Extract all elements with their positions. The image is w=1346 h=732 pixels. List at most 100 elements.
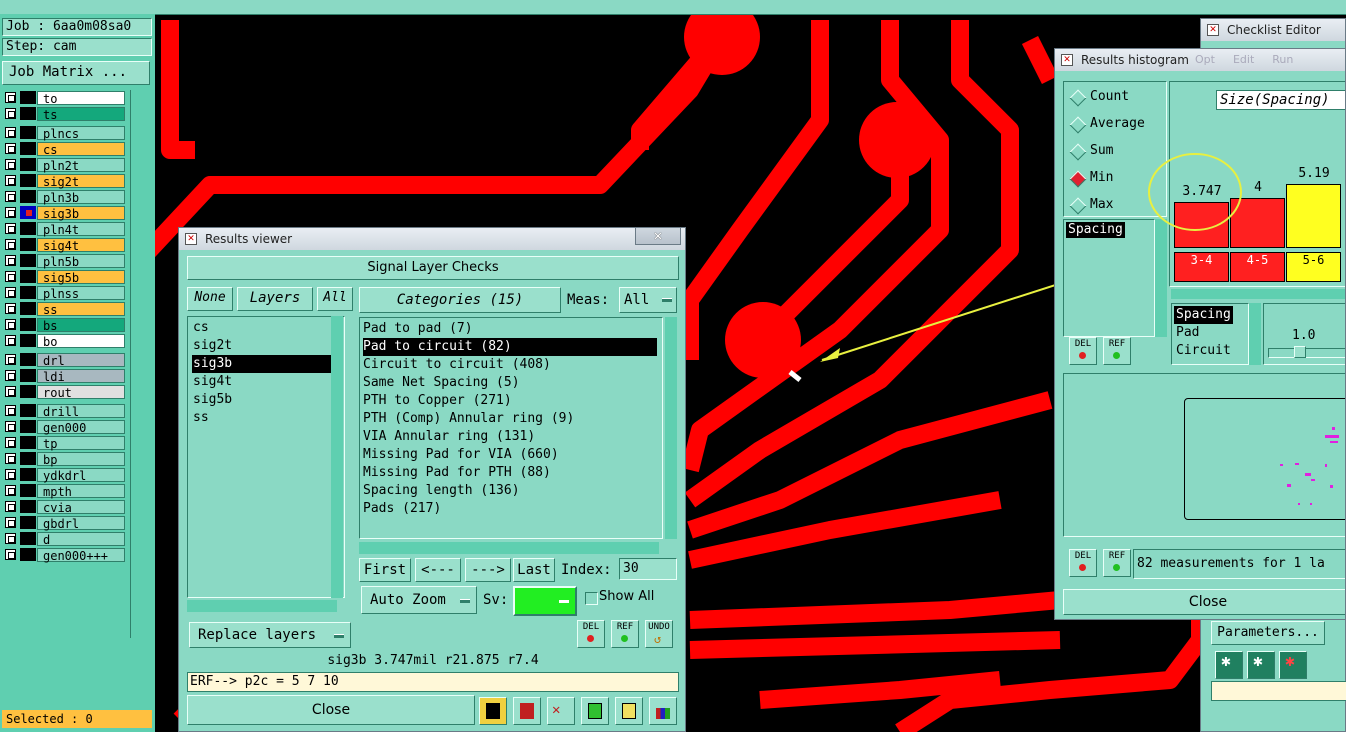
parameters-button[interactable]: Parameters...: [1211, 621, 1325, 645]
layer-checkbox[interactable]: [5, 354, 16, 365]
job-matrix-button[interactable]: Job Matrix ...: [2, 61, 150, 85]
layer-checkbox[interactable]: [5, 533, 16, 544]
layer-checkbox[interactable]: [5, 335, 16, 346]
layer-checkbox[interactable]: [5, 437, 16, 448]
checklist-input[interactable]: [1211, 681, 1346, 701]
category-hscroll[interactable]: [359, 542, 659, 554]
results-viewer-titlebar[interactable]: ✕ Results viewer: [179, 228, 685, 250]
layer-checkbox[interactable]: [5, 469, 16, 480]
hist-del-button-1[interactable]: DEL: [1069, 337, 1097, 365]
slider-handle[interactable]: [1294, 346, 1306, 358]
histogram-menu-item[interactable]: Edit: [1233, 53, 1254, 66]
layer-row[interactable]: to: [2, 90, 126, 106]
layer-row[interactable]: bo: [2, 333, 126, 349]
layer-checkbox[interactable]: [5, 207, 16, 218]
bottom-list-item[interactable]: Pad: [1174, 324, 1233, 342]
layer-checkbox[interactable]: [5, 92, 16, 103]
notes-icon-button[interactable]: [615, 697, 643, 725]
category-item[interactable]: Spacing length (136): [363, 482, 657, 500]
layer-checkbox[interactable]: [5, 517, 16, 528]
result-layer-item[interactable]: sig2t: [192, 337, 334, 355]
category-scrollbar[interactable]: [665, 317, 677, 539]
export-icon-button[interactable]: [513, 697, 541, 725]
layer-row[interactable]: pln2t: [2, 157, 126, 173]
close-window-button[interactable]: ✕: [635, 227, 681, 245]
run-icon-button-2[interactable]: ✱: [1247, 651, 1275, 679]
layer-checkbox[interactable]: [5, 405, 16, 416]
category-item[interactable]: Same Net Spacing (5): [363, 374, 657, 392]
close-button[interactable]: Close: [187, 695, 475, 725]
layer-checkbox[interactable]: [5, 159, 16, 170]
meas-dropdown[interactable]: All: [619, 287, 677, 313]
layer-listbox-scrollbar[interactable]: [331, 316, 343, 598]
category-item[interactable]: Missing Pad for VIA (660): [363, 446, 657, 464]
histogram-bar[interactable]: [1286, 184, 1341, 248]
replace-layers-dropdown[interactable]: Replace layers: [189, 622, 351, 648]
layer-checkbox[interactable]: [5, 191, 16, 202]
layer-row[interactable]: ldi: [2, 368, 126, 384]
histogram-menu-item[interactable]: Run: [1272, 53, 1293, 66]
histogram-hscroll[interactable]: [1171, 289, 1345, 299]
layer-checkbox[interactable]: [5, 271, 16, 282]
bottom-list-item[interactable]: Circuit: [1174, 342, 1233, 360]
layer-row[interactable]: tp: [2, 435, 126, 451]
layer-row[interactable]: gen000+++: [2, 547, 126, 563]
category-item[interactable]: Missing Pad for PTH (88): [363, 464, 657, 482]
layer-row[interactable]: cvia: [2, 499, 126, 515]
layer-row[interactable]: pln5b: [2, 253, 126, 269]
ref-button[interactable]: REF: [611, 620, 639, 648]
layer-checkbox[interactable]: [5, 421, 16, 432]
layer-checkbox[interactable]: [5, 303, 16, 314]
layer-row[interactable]: bs: [2, 317, 126, 333]
auto-zoom-dropdown[interactable]: Auto Zoom: [361, 586, 477, 614]
aggregate-option[interactable]: Average: [1064, 115, 1164, 135]
layer-row[interactable]: ts: [2, 106, 126, 122]
layer-checkbox[interactable]: [5, 287, 16, 298]
run-icon-button-1[interactable]: ✱: [1215, 651, 1243, 679]
layer-row[interactable]: rout: [2, 384, 126, 400]
category-item[interactable]: Circuit to circuit (408): [363, 356, 657, 374]
category-item[interactable]: Pad to circuit (82): [363, 338, 657, 356]
layer-row[interactable]: ss: [2, 301, 126, 317]
layers-button[interactable]: Layers: [237, 287, 313, 311]
none-button[interactable]: None: [187, 287, 233, 311]
histogram-icon-button[interactable]: [649, 697, 677, 725]
bottom-list-item[interactable]: Spacing: [1174, 306, 1233, 324]
layer-row[interactable]: cs: [2, 141, 126, 157]
aggregate-option[interactable]: Count: [1064, 88, 1164, 108]
layer-row[interactable]: sig5b: [2, 269, 126, 285]
first-button[interactable]: First: [359, 558, 411, 582]
layer-row[interactable]: bp: [2, 451, 126, 467]
layer-row[interactable]: gen000: [2, 419, 126, 435]
prev-button[interactable]: <---: [415, 558, 461, 582]
report-icon-button[interactable]: [581, 697, 609, 725]
layer-row[interactable]: sig4t: [2, 237, 126, 253]
checklist-editor-titlebar[interactable]: ✕ Checklist Editor: [1201, 19, 1345, 41]
layer-checkbox[interactable]: [5, 127, 16, 138]
all-layers-button[interactable]: All: [317, 287, 353, 311]
undo-button[interactable]: UNDO ↺: [645, 620, 673, 648]
layer-checkbox[interactable]: [5, 453, 16, 464]
histogram-close-button[interactable]: Close: [1063, 589, 1345, 615]
result-layer-item[interactable]: ss: [192, 409, 334, 427]
layer-listbox[interactable]: cs sig2t sig3b sig4t sig5b ss: [187, 316, 345, 598]
layer-row[interactable]: drill: [2, 403, 126, 419]
layer-checkbox[interactable]: [5, 255, 16, 266]
slider-track[interactable]: [1268, 348, 1345, 358]
layer-row[interactable]: sig2t: [2, 173, 126, 189]
layer-checkbox[interactable]: [5, 239, 16, 250]
sv-color-dropdown[interactable]: [513, 586, 577, 616]
hist-ref-button-1[interactable]: REF: [1103, 337, 1131, 365]
show-all-checkbox[interactable]: [585, 592, 598, 605]
last-button[interactable]: Last: [513, 558, 555, 582]
layer-row[interactable]: sig3b: [2, 205, 126, 221]
layer-checkbox[interactable]: [5, 223, 16, 234]
layer-listbox-hscroll[interactable]: [187, 600, 337, 612]
layer-row[interactable]: d: [2, 531, 126, 547]
layer-checkbox[interactable]: [5, 319, 16, 330]
bottom-list-scrollbar[interactable]: [1249, 303, 1261, 365]
del-button[interactable]: DEL: [577, 620, 605, 648]
category-item[interactable]: VIA Annular ring (131): [363, 428, 657, 446]
category-listbox[interactable]: Pad to pad (7) Pad to circuit (82) Circuit…: [359, 317, 663, 539]
categories-button[interactable]: Categories (15): [359, 287, 561, 313]
